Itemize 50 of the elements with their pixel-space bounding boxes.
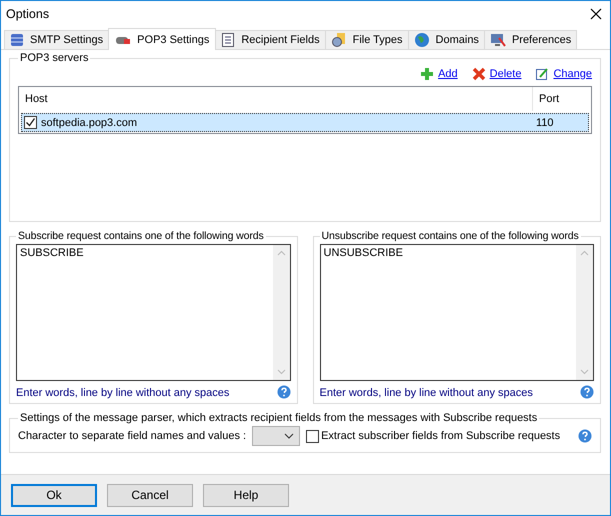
- scroll-up-icon[interactable]: [580, 250, 589, 256]
- edit-icon: [535, 67, 550, 81]
- close-icon[interactable]: [590, 8, 602, 20]
- scroll-down-icon[interactable]: [580, 369, 589, 375]
- globe-icon: [414, 32, 430, 48]
- hint-text: Enter words, line by line without any spaces: [320, 387, 533, 399]
- group-title: Settings of the message parser, which extracts recipient fields from the messages with Subscribe requests: [19, 412, 538, 424]
- monitor-icon: [490, 32, 506, 48]
- tab[interactable]: Domains: [408, 30, 485, 49]
- column-header[interactable]: Host: [19, 87, 533, 111]
- hint-text: Enter words, line by line without any spaces: [16, 387, 230, 399]
- action-link[interactable]: Change: [535, 67, 592, 81]
- window-title: Options: [6, 7, 50, 21]
- database-icon: [10, 32, 24, 48]
- separator-dropdown[interactable]: [252, 426, 300, 446]
- server-row[interactable]: softpedia.pop3.com 110: [21, 113, 589, 132]
- group-title: Subscribe request contains one of the following words: [17, 230, 265, 242]
- dialog-button[interactable]: Help: [203, 484, 289, 506]
- words-field[interactable]: UNSUBSCRIBE: [320, 244, 594, 381]
- group-title: POP3 servers: [19, 52, 90, 64]
- action-link[interactable]: Add: [420, 67, 458, 81]
- tab[interactable]: Preferences: [484, 30, 578, 49]
- scrollbar[interactable]: [272, 245, 290, 380]
- group-title: Unsubscribe request contains one of the following words: [320, 230, 580, 242]
- tab[interactable]: Recipient Fields: [215, 30, 326, 49]
- checkbox[interactable]: [306, 430, 320, 442]
- action-link[interactable]: Delete: [472, 67, 522, 81]
- checkbox[interactable]: [24, 116, 37, 129]
- server-list[interactable]: Host Port softpedia.pop3.com 110: [18, 86, 592, 134]
- column-header[interactable]: Port: [533, 93, 591, 105]
- plus-icon: [420, 67, 434, 81]
- help-icon[interactable]: [276, 385, 290, 399]
- scrollbar[interactable]: [576, 245, 593, 380]
- list-icon: [221, 32, 236, 48]
- port-cell-text: 110: [535, 116, 555, 128]
- help-icon[interactable]: [580, 385, 594, 399]
- tab[interactable]: File Types: [324, 30, 409, 49]
- checkbox-label[interactable]: Extract subscriber fields from Subscribe requests: [321, 430, 572, 442]
- dialog-button[interactable]: Ok: [11, 484, 97, 506]
- dialog-button[interactable]: Cancel: [107, 484, 193, 506]
- help-icon[interactable]: [578, 429, 592, 443]
- scroll-down-icon[interactable]: [276, 369, 286, 375]
- tab[interactable]: POP3 Settings: [108, 28, 216, 50]
- scroll-up-icon[interactable]: [276, 250, 286, 256]
- chevron-down-icon: [284, 433, 294, 439]
- words-field[interactable]: SUBSCRIBE: [16, 244, 290, 381]
- cross-icon: [472, 67, 486, 81]
- tab[interactable]: SMTP Settings: [4, 30, 110, 49]
- field-label: Character to separate field names and values :: [18, 430, 246, 442]
- host-cell-text: softpedia.pop3.com: [40, 116, 138, 128]
